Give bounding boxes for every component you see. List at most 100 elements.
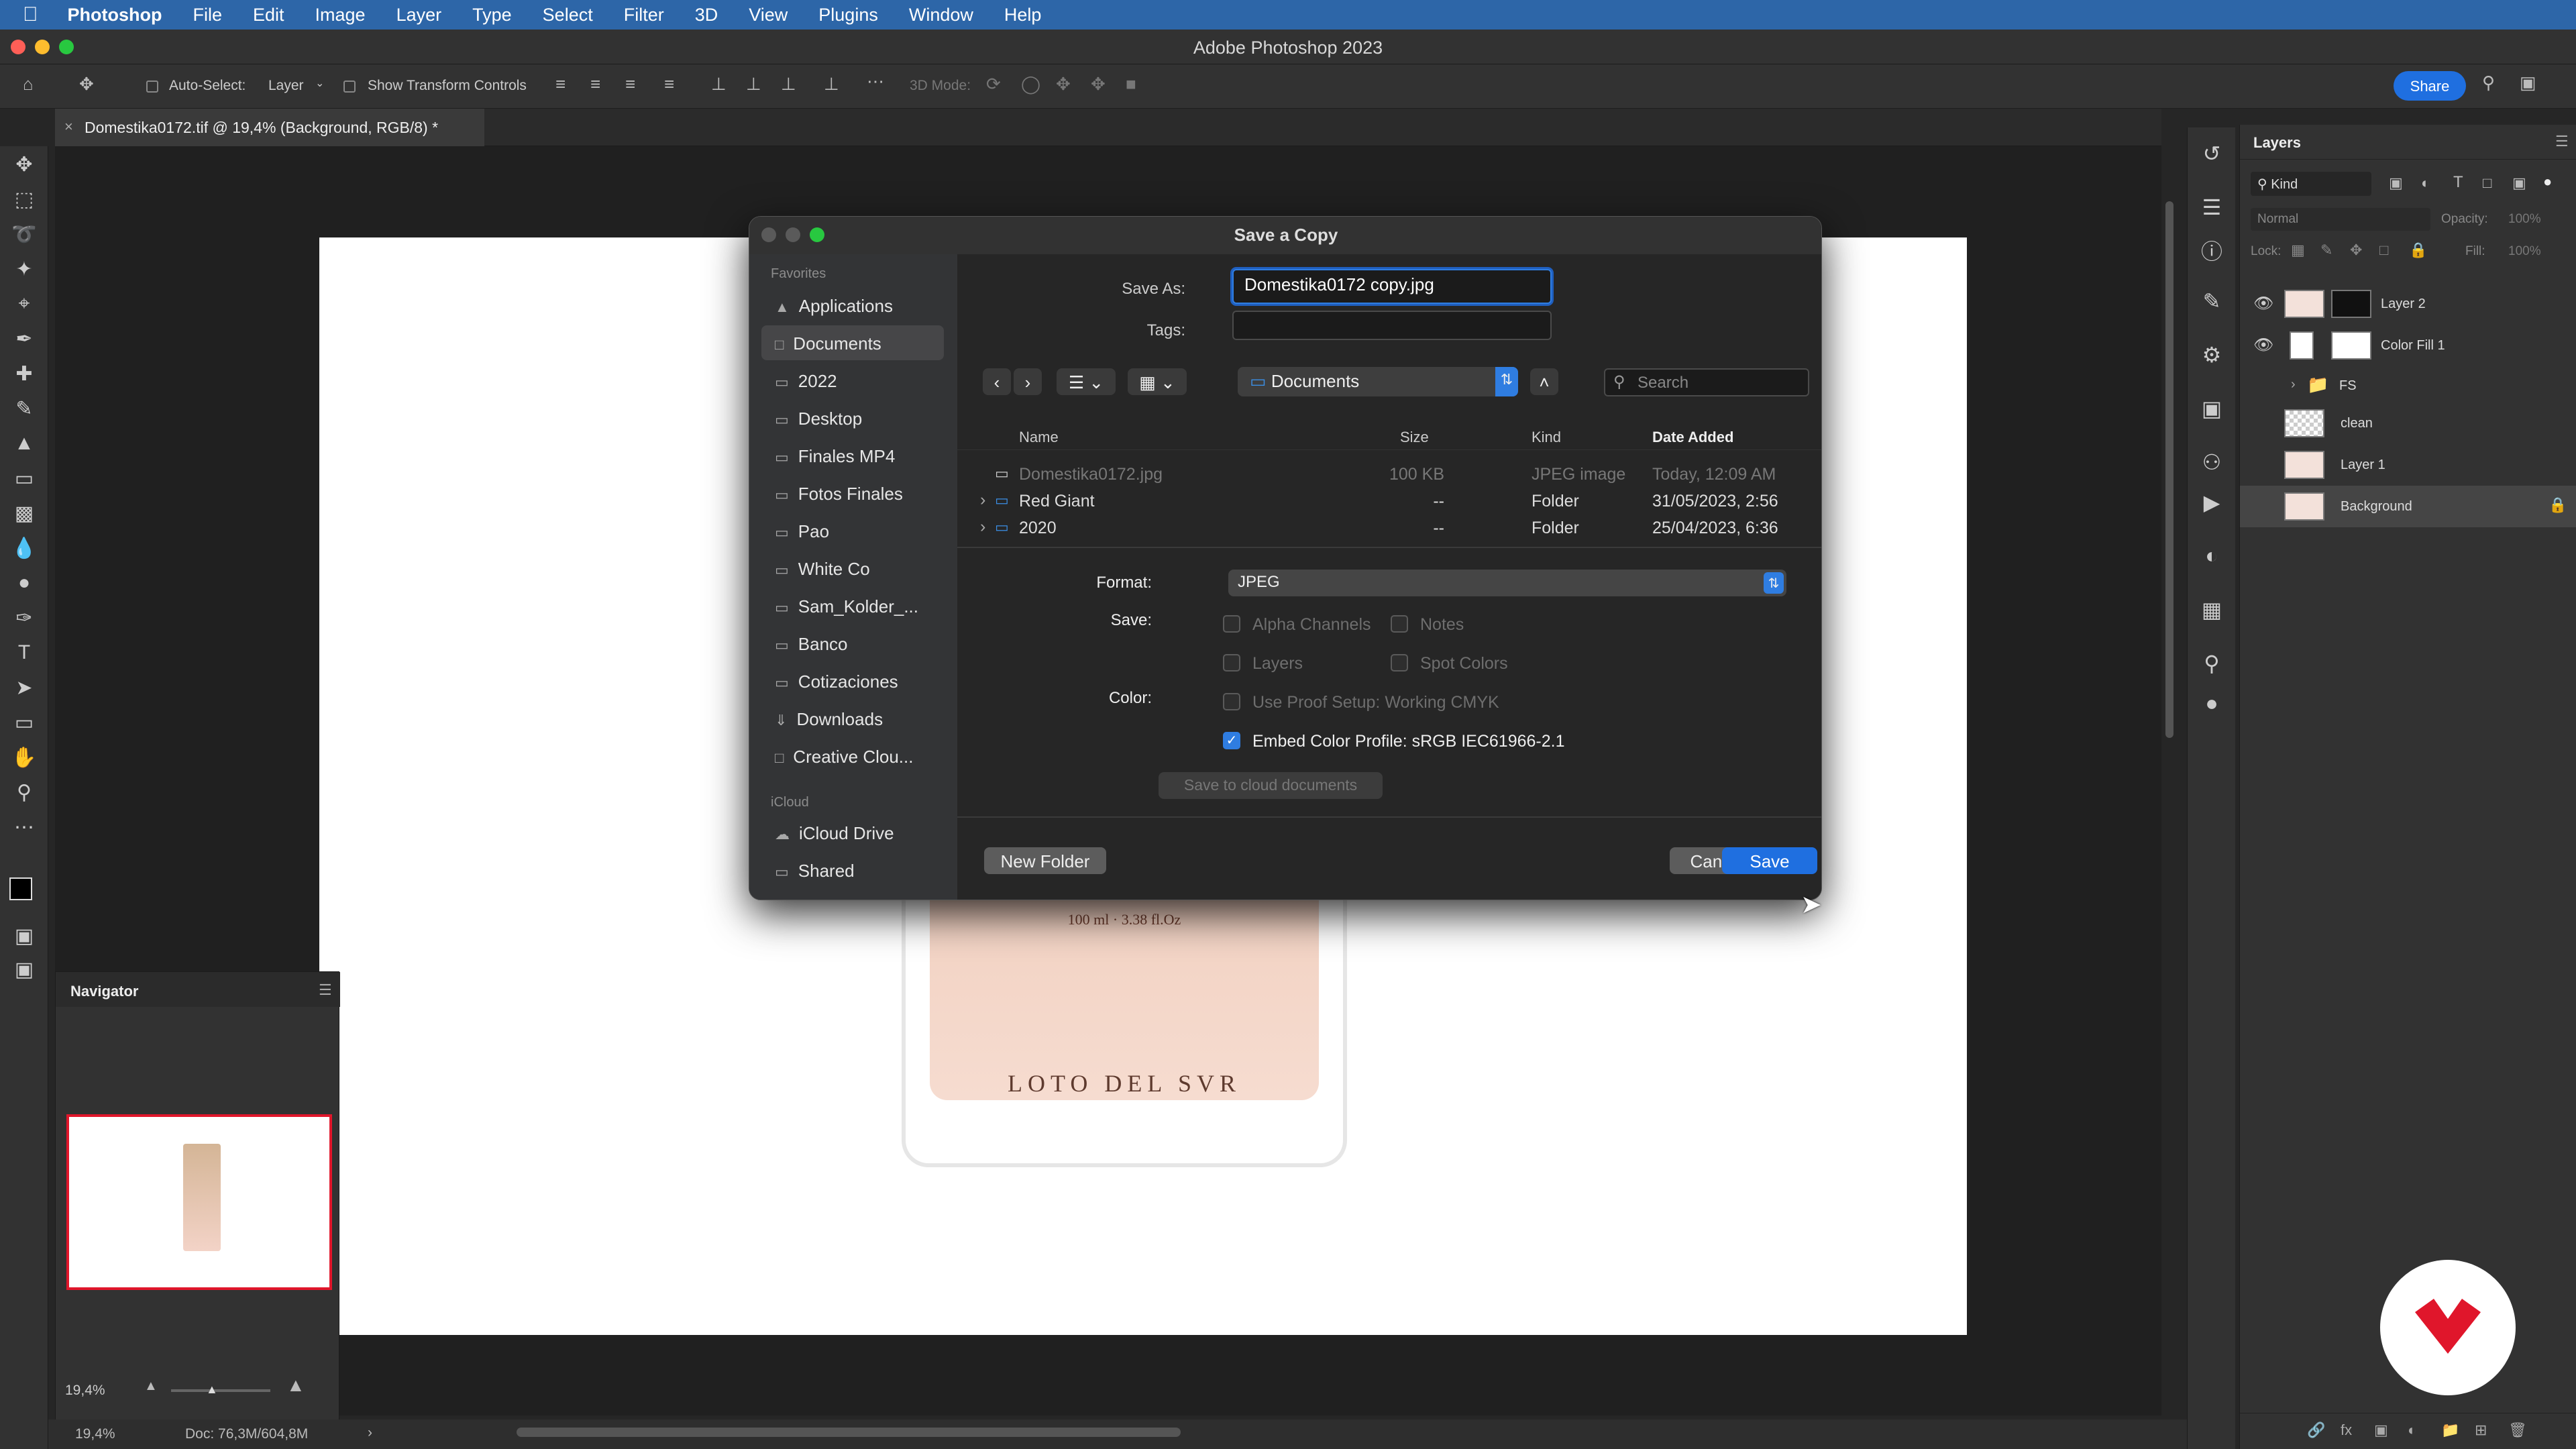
more-tools-icon[interactable]: ⋯ xyxy=(0,816,48,839)
3d-pan-icon[interactable]: ✥ xyxy=(1056,74,1071,95)
filter-toggle-icon[interactable]: ● xyxy=(2543,173,2552,191)
menu-view[interactable]: View xyxy=(749,5,788,25)
apple-icon[interactable]:  xyxy=(23,3,38,26)
character-icon[interactable]: ⚇ xyxy=(2188,449,2236,475)
table-row[interactable]: › ▭ Red Giant -- Folder 31/05/2023, 2:56 xyxy=(957,489,1821,516)
sidebar-item-pao[interactable]: ▭ Pao xyxy=(761,513,944,548)
lock-transparent-icon[interactable]: ▦ xyxy=(2291,241,2305,259)
layer-row-fs[interactable]: › 📁 FS xyxy=(2240,365,2576,407)
new-group-icon[interactable]: 📁 xyxy=(2441,1421,2459,1439)
sidebar-item-downloads[interactable]: ⇓ Downloads xyxy=(761,701,944,736)
lock-artboard-icon[interactable]: □ xyxy=(2379,241,2388,259)
show-transform-checkbox[interactable] xyxy=(343,80,356,93)
blend-mode-dropdown[interactable]: Normal xyxy=(2251,208,2430,231)
move-tool-icon[interactable]: ✥ xyxy=(79,74,94,95)
link-layers-icon[interactable]: 🔗 xyxy=(2307,1421,2325,1439)
save-to-cloud-button[interactable]: Save to cloud documents xyxy=(1159,772,1383,799)
gradient-tool-icon[interactable]: ▩ xyxy=(0,502,48,525)
menu-select[interactable]: Select xyxy=(543,5,593,25)
tags-input[interactable] xyxy=(1232,311,1552,340)
chevron-right-icon[interactable]: › xyxy=(2291,377,2296,392)
layer-row-layer-2[interactable]: 👁 Layer 2 xyxy=(2240,283,2576,325)
forward-button[interactable]: › xyxy=(1014,368,1042,395)
eye-icon[interactable]: 👁 xyxy=(2253,294,2273,313)
filter-adjustment-icon[interactable]: ◐ xyxy=(2421,174,2430,192)
channels-icon[interactable]: ● xyxy=(2188,691,2236,716)
filter-type-icon[interactable]: T xyxy=(2453,173,2463,192)
zoom-tool-icon[interactable]: ⚲ xyxy=(0,781,48,804)
back-button[interactable]: ‹ xyxy=(983,368,1011,395)
magic-wand-icon[interactable]: ✦ xyxy=(0,258,48,281)
sidebar-item-applications[interactable]: ▲ Applications xyxy=(761,288,944,323)
layers-checkbox[interactable] xyxy=(1223,654,1240,672)
color-icon[interactable]: ◐ xyxy=(2188,543,2236,568)
sidebar-item-creative-cloud[interactable]: □ Creative Clou... xyxy=(761,739,944,773)
stamp-tool-icon[interactable]: ▲ xyxy=(0,432,48,455)
layer-row-background[interactable]: Background 🔒 xyxy=(2240,486,2576,527)
chevron-right-icon[interactable]: › xyxy=(980,517,985,537)
marquee-tool-icon[interactable]: ⬚ xyxy=(0,188,48,211)
align-middle-icon[interactable]: ⊥ xyxy=(746,74,761,95)
lasso-tool-icon[interactable]: ➰ xyxy=(0,223,48,246)
search-input[interactable]: Search xyxy=(1604,368,1809,396)
3d-slide-icon[interactable]: ✥ xyxy=(1091,74,1106,95)
layer-row-color-fill-1[interactable]: 👁 Color Fill 1 xyxy=(2240,325,2576,366)
share-button[interactable]: Share xyxy=(2394,71,2466,101)
eye-icon[interactable]: 👁 xyxy=(2253,335,2273,355)
dialog-minimize-button[interactable] xyxy=(786,227,800,242)
distribute-icon[interactable]: ≡ xyxy=(664,74,674,95)
adjustment-layer-icon[interactable]: ◐ xyxy=(2408,1421,2416,1439)
menu-help[interactable]: Help xyxy=(1004,5,1042,25)
align-right-icon[interactable]: ≡ xyxy=(625,74,635,95)
panel-menu-icon[interactable]: ☰ xyxy=(319,981,332,999)
zoom-out-icon[interactable]: ▲ xyxy=(144,1379,158,1394)
menu-3d[interactable]: 3D xyxy=(695,5,718,25)
layer-filter-kind[interactable]: ⚲ Kind xyxy=(2251,172,2371,196)
format-dropdown[interactable]: JPEG ⇅ xyxy=(1228,570,1786,596)
eyedropper-icon[interactable]: ✒ xyxy=(0,327,48,351)
fx-icon[interactable]: fx xyxy=(2341,1421,2352,1439)
menu-filter[interactable]: Filter xyxy=(624,5,664,25)
hand-tool-icon[interactable]: ✋ xyxy=(0,746,48,769)
3d-roll-icon[interactable]: ◯ xyxy=(1021,74,1040,95)
adjustments-icon[interactable]: ☰ xyxy=(2188,195,2236,220)
add-mask-icon[interactable]: ▣ xyxy=(2374,1421,2388,1439)
menu-layer[interactable]: Layer xyxy=(396,5,442,25)
dodge-tool-icon[interactable]: ● xyxy=(0,572,48,594)
column-name[interactable]: Name xyxy=(1019,429,1059,446)
blur-tool-icon[interactable]: 💧 xyxy=(0,537,48,560)
location-dropdown[interactable]: ▭ Documents ⇅ xyxy=(1238,367,1518,396)
alpha-channels-checkbox[interactable] xyxy=(1223,615,1240,633)
sidebar-item-sam-kolder[interactable]: ▭ Sam_Kolder_... xyxy=(761,588,944,623)
align-left-icon[interactable]: ≡ xyxy=(555,74,566,95)
menu-app-photoshop[interactable]: Photoshop xyxy=(68,5,162,25)
filter-smart-object-icon[interactable]: ▣ xyxy=(2512,174,2526,192)
swatches-icon[interactable]: ▦ xyxy=(2188,597,2236,623)
type-tool-icon[interactable]: T xyxy=(0,641,48,664)
crop-tool-icon[interactable]: ⌖ xyxy=(0,292,48,315)
close-tab-icon[interactable]: × xyxy=(64,118,73,136)
home-icon[interactable]: ⌂ xyxy=(23,74,34,95)
menu-image[interactable]: Image xyxy=(315,5,366,25)
zoom-slider-track[interactable] xyxy=(171,1389,270,1392)
new-layer-icon[interactable]: ⊞ xyxy=(2475,1421,2487,1439)
dialog-zoom-button[interactable] xyxy=(810,227,824,242)
collapse-button[interactable]: ˄ xyxy=(1530,368,1558,395)
table-row[interactable]: ▭ Domestika0172.jpg 100 KB JPEG image To… xyxy=(957,462,1821,489)
lock-all-icon[interactable]: 🔒 xyxy=(2409,241,2427,259)
path-selection-icon[interactable]: ➤ xyxy=(0,676,48,700)
layer-row-clean[interactable]: clean xyxy=(2240,402,2576,444)
move-tool-icon[interactable]: ✥ xyxy=(0,153,48,176)
workspace-icon[interactable]: ▣ xyxy=(2520,72,2536,93)
chevron-right-icon[interactable]: › xyxy=(368,1425,372,1441)
panel-menu-icon[interactable]: ☰ xyxy=(2555,133,2569,150)
dialog-close-button[interactable] xyxy=(761,227,776,242)
rectangle-tool-icon[interactable]: ▭ xyxy=(0,711,48,735)
auto-select-checkbox[interactable] xyxy=(146,80,158,93)
layer-row-layer-1[interactable]: Layer 1 xyxy=(2240,444,2576,486)
align-top-icon[interactable]: ⊥ xyxy=(711,74,727,95)
sidebar-item-banco[interactable]: ▭ Banco xyxy=(761,626,944,661)
grid-view-button[interactable]: ▦ ⌄ xyxy=(1128,368,1187,395)
paths-icon[interactable]: ⚲ xyxy=(2188,651,2236,676)
search-icon[interactable]: ⚲ xyxy=(2482,72,2495,93)
